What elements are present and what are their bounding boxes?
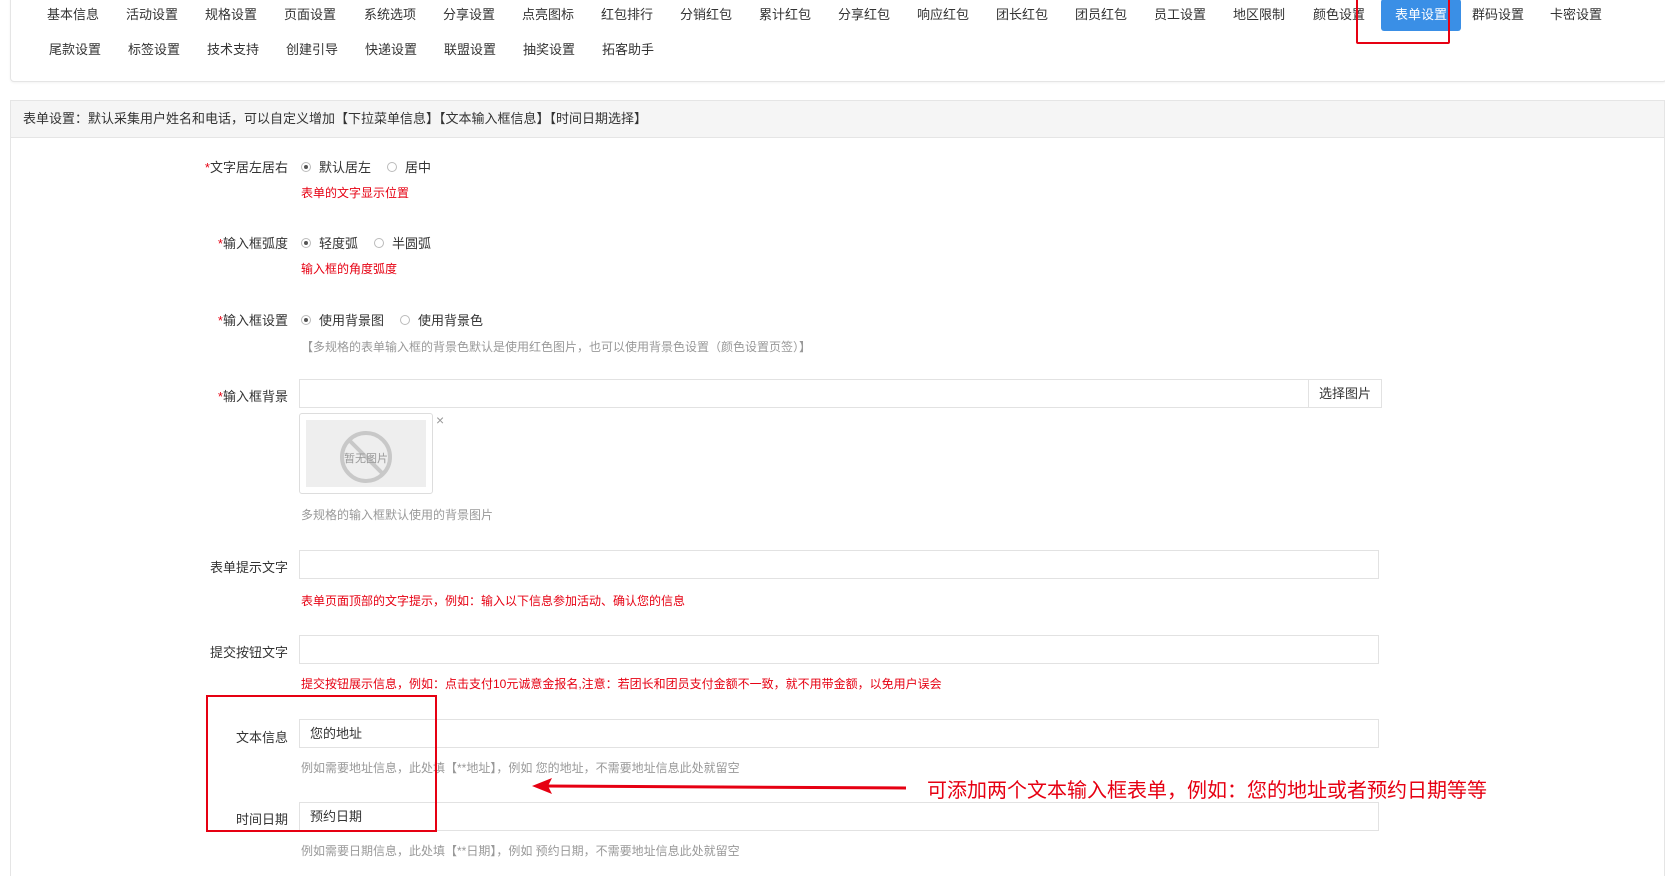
tab-20[interactable]: 卡密设置 <box>1550 0 1602 31</box>
tab-row2-1[interactable]: 尾款设置 <box>49 34 101 66</box>
input-bg-hint: 多规格的输入框默认使用的背景图片 <box>301 508 494 522</box>
radio-checked-icon[interactable] <box>301 314 311 325</box>
text-align-radio-group: 默认居左 居中 <box>301 157 447 176</box>
tab-3[interactable]: 规格设置 <box>205 0 257 31</box>
radio-checked-icon[interactable] <box>301 237 311 248</box>
submit-text-label: 提交按钮文字 <box>209 645 288 660</box>
tab-row2-6[interactable]: 联盟设置 <box>444 34 496 66</box>
input-radius-round-option[interactable]: 半圆弧 <box>374 233 431 252</box>
radio-icon[interactable] <box>400 314 411 325</box>
date-info-hint: 例如需要日期信息，此处填【**日期】，例如 预约日期，不需要地址信息此处就留空 <box>301 844 740 858</box>
input-radius-hint: 输入框的角度弧度 <box>301 262 398 276</box>
radio-checked-icon[interactable] <box>301 161 311 172</box>
radio-icon[interactable] <box>374 237 385 248</box>
tab-11[interactable]: 分享红包 <box>838 0 890 31</box>
tab-9[interactable]: 分销红包 <box>680 0 732 31</box>
tab-15[interactable]: 员工设置 <box>1154 0 1206 31</box>
text-align-center-option[interactable]: 居中 <box>387 157 431 176</box>
tab-6[interactable]: 分享设置 <box>443 0 495 31</box>
text-align-hint: 表单的文字显示位置 <box>301 186 410 200</box>
tab-16[interactable]: 地区限制 <box>1233 0 1285 31</box>
annotation-arrow-icon <box>532 778 907 794</box>
tab-5[interactable]: 系统选项 <box>364 0 416 31</box>
form-tip-label: 表单提示文字 <box>209 560 288 575</box>
text-info-input[interactable]: 您的地址 <box>299 719 1379 748</box>
tab-row2-8[interactable]: 拓客助手 <box>602 34 654 66</box>
radio-icon[interactable] <box>387 161 398 172</box>
no-image-placeholder: 暂无图片 <box>306 420 426 487</box>
tab-8[interactable]: 红包排行 <box>601 0 653 31</box>
active-tab-highlight <box>1356 0 1450 44</box>
tab-2[interactable]: 活动设置 <box>126 0 178 31</box>
annotation-text: 可添加两个文本输入框表单，例如：您的地址或者预约日期等等 <box>927 780 1487 802</box>
tab-row2-2[interactable]: 标签设置 <box>128 34 180 66</box>
use-bg-image-option[interactable]: 使用背景图 <box>301 310 384 329</box>
choose-image-button[interactable]: 选择图片 <box>1308 379 1383 408</box>
tab-10[interactable]: 累计红包 <box>759 0 811 31</box>
input-setting-label: *输入框设置 <box>217 313 288 328</box>
text-align-left-option[interactable]: 默认居左 <box>301 157 371 176</box>
tab-row2-3[interactable]: 技术支持 <box>207 34 259 66</box>
tab-row2-4[interactable]: 创建引导 <box>286 34 338 66</box>
input-bg-field[interactable] <box>299 379 1309 408</box>
tab-1[interactable]: 基本信息 <box>47 0 99 31</box>
use-bg-color-option[interactable]: 使用背景色 <box>400 310 483 329</box>
section-header: 表单设置：默认采集用户姓名和电话，可以自定义增加【下拉菜单信息】【文本输入框信息… <box>11 101 1664 138</box>
text-align-label: *文字居左居右 <box>204 160 288 175</box>
tab-7[interactable]: 点亮图标 <box>522 0 574 31</box>
input-setting-radio-group: 使用背景图 使用背景色 <box>301 310 499 329</box>
input-radius-radio-group: 轻度弧 半圆弧 <box>301 233 447 252</box>
form-tip-input[interactable] <box>299 550 1379 579</box>
submit-text-input[interactable] <box>299 635 1379 664</box>
date-info-input[interactable]: 预约日期 <box>299 802 1379 831</box>
tab-19[interactable]: 群码设置 <box>1472 0 1524 31</box>
submit-text-hint: 提交按钮展示信息，例如：点击支付10元诚意金报名,注意：若团长和团员支付金额不一… <box>301 677 942 691</box>
tab-4[interactable]: 页面设置 <box>284 0 336 31</box>
remove-image-icon[interactable]: × <box>436 412 444 428</box>
tab-row2-7[interactable]: 抽奖设置 <box>523 34 575 66</box>
input-radius-label: *输入框弧度 <box>217 236 288 251</box>
tab-14[interactable]: 团员红包 <box>1075 0 1127 31</box>
tab-13[interactable]: 团长红包 <box>996 0 1048 31</box>
input-setting-hint: 【多规格的表单输入框的背景色默认是使用红色图片，也可以使用背景色设置（颜色设置页… <box>301 340 812 354</box>
tab-row2-5[interactable]: 快递设置 <box>365 34 417 66</box>
tab-12[interactable]: 响应红包 <box>917 0 969 31</box>
input-bg-label: *输入框背景 <box>217 389 288 404</box>
input-radius-light-option[interactable]: 轻度弧 <box>301 233 358 252</box>
annotation-highlight-box <box>206 695 437 832</box>
bg-image-preview: 暂无图片 <box>299 413 433 494</box>
no-image-text: 暂无图片 <box>344 453 388 465</box>
form-tip-hint: 表单页面顶部的文字提示，例如：输入以下信息参加活动、确认您的信息 <box>301 594 686 608</box>
